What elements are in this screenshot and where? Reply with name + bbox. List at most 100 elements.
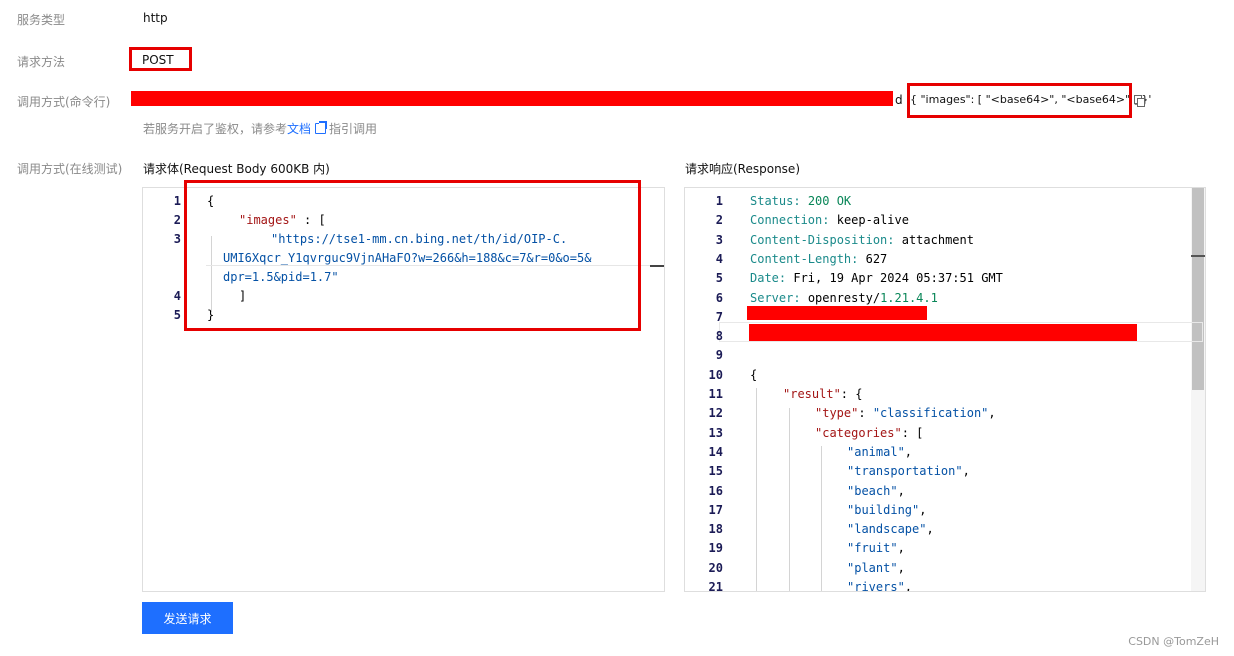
auth-hint-suffix: 指引调用: [329, 122, 378, 136]
header-value: keep-alive: [836, 213, 909, 228]
code-line: 5 Date: Fri, 19 Apr 2024 05:37:51 GMT: [685, 269, 1205, 288]
json-punct: ,: [988, 406, 996, 421]
line-number: 18: [708, 522, 723, 537]
header-value: attachment: [901, 232, 974, 247]
json-key: "type": [815, 406, 859, 421]
code-line: 17 "building",: [685, 501, 1205, 520]
line-number: 11: [708, 387, 723, 401]
header-value: Fri, 19 Apr 2024 05:37:51 GMT: [793, 271, 1003, 286]
code-line: 1 Status: 200 OK: [685, 192, 1205, 211]
line-number: 16: [708, 483, 723, 498]
cmd-suffix-char: d: [895, 93, 903, 107]
code-line: 5}: [143, 306, 664, 325]
request-method-value: POST: [142, 53, 174, 67]
cmd-payload: { "images": [ "<base64>", "<base64>" ] }…: [910, 93, 1152, 106]
code-line: 2 "images" : [: [143, 211, 664, 230]
code-text: dpr=1.5&pid=1.7": [223, 268, 339, 287]
header-value: 627: [865, 251, 888, 266]
line-number: 4: [173, 289, 181, 303]
header-line: Connection: keep-alive: [750, 211, 909, 230]
code-text: "transportation",: [847, 462, 970, 481]
service-type-label: 服务类型: [17, 13, 66, 27]
code-text: }: [207, 306, 214, 325]
json-punct: ]: [239, 289, 247, 303]
code-text: "https://tse1-mm.cn.bing.net/th/id/OIP-C…: [271, 230, 567, 249]
json-punct: ,: [904, 444, 913, 459]
json-string: "classification": [872, 406, 989, 421]
json-string: "landscape": [847, 522, 927, 537]
cmd-label: 调用方式(命令行): [17, 95, 111, 109]
json-punct: ,: [897, 560, 905, 575]
json-punct: {: [207, 194, 215, 208]
line-number: 12: [708, 406, 723, 421]
header-line: Content-Disposition: attachment: [750, 231, 974, 250]
line-number: 2: [715, 213, 723, 228]
json-key: "images": [239, 213, 297, 227]
code-text: "beach",: [847, 482, 905, 501]
line-number: 6: [715, 290, 723, 305]
line-number: 7: [715, 309, 723, 324]
code-text: "plant",: [847, 559, 905, 578]
code-line: 2 Connection: keep-alive: [685, 211, 1205, 230]
external-link-icon[interactable]: [315, 121, 328, 134]
code-line: 13 "categories": [: [685, 424, 1205, 443]
line-number: 4: [715, 251, 723, 266]
code-line: UMI6Xqcr_Y1qvrguc9VjnAHaFO?w=266&h=188&c…: [143, 249, 664, 268]
doc-link[interactable]: 文档: [287, 122, 311, 136]
line-number: 14: [708, 444, 723, 459]
header-name: Status:: [750, 194, 801, 208]
code-line: 4]: [143, 287, 664, 306]
json-punct: ,: [897, 541, 905, 556]
code-line: 18 "landscape",: [685, 520, 1205, 539]
json-key: "categories": [815, 425, 902, 440]
code-text: UMI6Xqcr_Y1qvrguc9VjnAHaFO?w=266&h=188&c…: [223, 249, 591, 268]
code-line: 21 "rivers",: [685, 578, 1205, 592]
line-number: 5: [173, 308, 181, 322]
json-punct: {: [750, 367, 758, 382]
json-string: UMI6Xqcr_Y1qvrguc9VjnAHaFO?w=266&h=188&c…: [223, 251, 592, 265]
line-number: 15: [708, 464, 723, 479]
code-text: "landscape",: [847, 520, 934, 539]
json-string: "rivers": [847, 580, 905, 592]
line-number: 17: [708, 502, 723, 517]
json-string: "plant": [847, 560, 898, 575]
json-punct: }: [207, 308, 215, 322]
code-line: 11 "result": {: [685, 385, 1205, 404]
json-string: "animal": [847, 444, 905, 459]
line-number: 10: [708, 367, 723, 382]
code-text: "images" : [: [239, 211, 326, 230]
code-text: "animal",: [847, 443, 912, 462]
json-string: "https://tse1-mm.cn.bing.net/th/id/OIP-C…: [271, 232, 568, 246]
json-punct: : [: [296, 213, 326, 227]
header-value: 1.21.4.1: [880, 290, 938, 305]
code-line: dpr=1.5&pid=1.7": [143, 268, 664, 287]
online-test-label: 调用方式(在线测试): [17, 162, 123, 176]
send-request-button[interactable]: 发送请求: [142, 602, 233, 634]
line-number: 2: [173, 213, 181, 227]
header-value: openresty/: [807, 290, 881, 305]
code-text: "building",: [847, 501, 926, 520]
service-type-value: http: [143, 11, 168, 25]
code-line: 4 Content-Length: 627: [685, 250, 1205, 269]
code-text: "result": {: [783, 385, 862, 404]
code-text: ]: [239, 287, 246, 306]
response-viewer[interactable]: 1 Status: 200 OK 2 Connection: keep-alive 3 C…: [684, 187, 1206, 592]
json-punct: ,: [962, 464, 970, 479]
code-text: "type": "classification",: [815, 404, 996, 423]
json-punct: : [: [901, 425, 924, 440]
code-line: 9: [685, 346, 1205, 365]
json-string: "transportation": [847, 464, 963, 479]
line-number: 9: [715, 348, 723, 363]
code-text: "fruit",: [847, 539, 905, 558]
json-key: "result": [783, 387, 841, 401]
json-punct: ,: [926, 522, 934, 537]
copy-icon[interactable]: [1134, 95, 1145, 107]
header-line: Date: Fri, 19 Apr 2024 05:37:51 GMT: [750, 269, 1003, 288]
line-number: 8: [715, 329, 723, 344]
header-value: 200 OK: [807, 194, 852, 208]
json-string: dpr=1.5&pid=1.7": [223, 270, 339, 284]
request-body-editor[interactable]: 1{2 "images" : [3 "https://tse1-mm.cn.bing…: [142, 187, 665, 592]
header-name: Server:: [750, 290, 801, 305]
code-text: "rivers",: [847, 578, 913, 592]
json-punct: ,: [904, 580, 913, 592]
